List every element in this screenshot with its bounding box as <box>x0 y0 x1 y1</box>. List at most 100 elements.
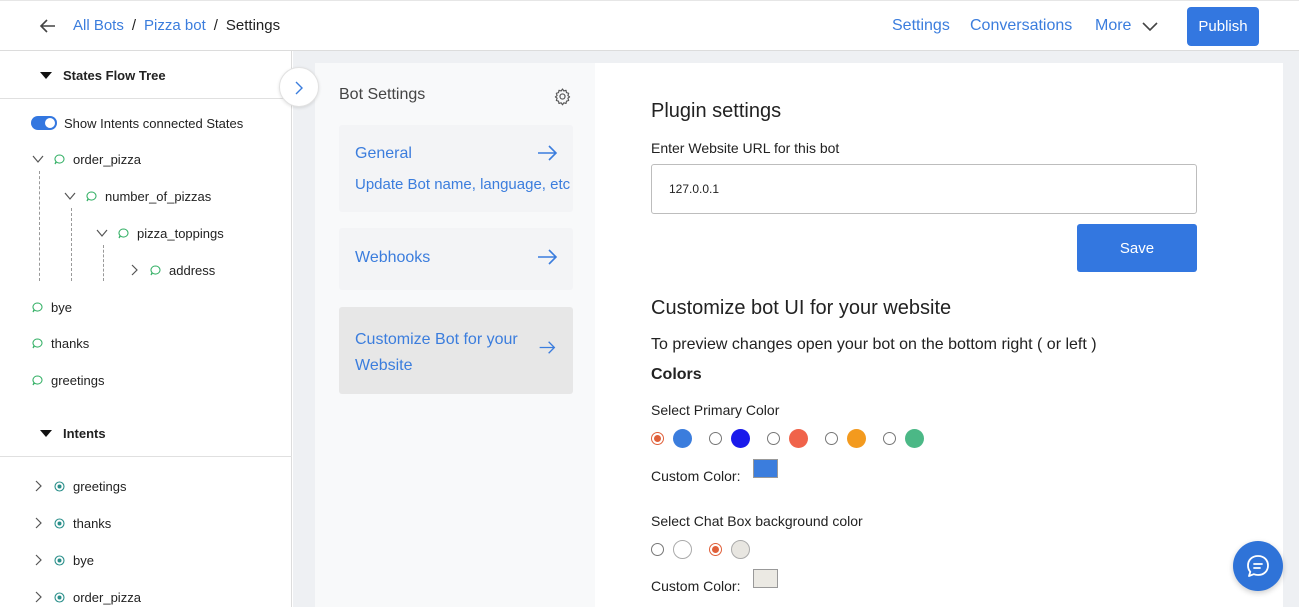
intent-order-pizza[interactable]: order_pizza <box>32 588 141 606</box>
state-number-of-pizzas[interactable]: number_of_pizzas <box>64 187 211 205</box>
sidebar-toggle-button[interactable] <box>279 67 319 107</box>
caret-down-icon <box>40 72 52 79</box>
intent-target-icon <box>54 517 65 529</box>
state-bubble-icon <box>86 190 97 201</box>
chevron-down-icon[interactable] <box>64 190 76 202</box>
publish-button[interactable]: Publish <box>1187 7 1259 46</box>
caret-down-icon <box>40 430 52 437</box>
state-bubble-icon <box>118 227 129 238</box>
state-label: pizza_toppings <box>137 225 224 241</box>
color-radio[interactable] <box>767 432 780 445</box>
chatbox-custom-color-picker[interactable] <box>753 569 778 588</box>
website-url-input[interactable] <box>651 164 1197 214</box>
save-button[interactable]: Save <box>1077 224 1197 272</box>
customize-ui-heading: Customize bot UI for your website <box>651 297 952 319</box>
show-intents-label: Show Intents connected States <box>64 116 244 131</box>
intent-label: thanks <box>73 515 112 531</box>
chatbox-custom-color-label: Custom Color: <box>651 578 741 594</box>
color-swatch[interactable] <box>731 429 750 448</box>
intent-target-icon <box>54 554 65 566</box>
color-radio[interactable] <box>709 432 722 445</box>
tile-general[interactable]: General Update Bot name, language, etc <box>339 125 573 212</box>
state-greetings[interactable]: greetings <box>32 371 104 389</box>
tile-title: Webhooks <box>355 249 431 266</box>
gear-icon[interactable] <box>553 87 572 106</box>
state-label: greetings <box>51 372 105 388</box>
nav-conversations[interactable]: Conversations <box>970 17 1072 35</box>
tree-guide-line <box>103 245 104 281</box>
top-header: All Bots / Pizza bot / Settings Settings… <box>0 0 1299 51</box>
state-pizza-toppings[interactable]: pizza_toppings <box>96 224 224 242</box>
primary-custom-color-label: Custom Color: <box>651 468 741 484</box>
intents-header[interactable]: Intents <box>0 409 292 457</box>
intent-label: greetings <box>73 478 127 494</box>
chevron-right-icon[interactable] <box>32 517 44 529</box>
tile-webhooks[interactable]: Webhooks <box>339 228 573 290</box>
intents-title: Intents <box>63 426 106 441</box>
intent-label: order_pizza <box>73 589 141 605</box>
state-label: bye <box>51 299 72 315</box>
color-swatch[interactable] <box>673 540 692 559</box>
states-flow-tree-title: States Flow Tree <box>63 68 166 83</box>
intent-bye[interactable]: bye <box>32 551 94 569</box>
intent-label: bye <box>73 552 94 568</box>
nav-settings[interactable]: Settings <box>892 17 950 35</box>
tile-subtitle: Update Bot name, language, etc <box>355 176 571 193</box>
color-swatch[interactable] <box>731 540 750 559</box>
back-arrow-icon[interactable] <box>38 15 58 37</box>
state-label: order_pizza <box>73 151 141 167</box>
chat-bubble-icon <box>1247 555 1269 577</box>
preview-instructions: To preview changes open your bot on the … <box>651 336 1097 353</box>
breadcrumb-separator: / <box>213 17 218 34</box>
chevron-down-icon[interactable] <box>1142 18 1158 34</box>
color-radio[interactable] <box>651 432 664 445</box>
intent-target-icon <box>54 591 65 603</box>
chevron-right-icon[interactable] <box>32 554 44 566</box>
color-radio[interactable] <box>883 432 896 445</box>
chevron-down-icon[interactable] <box>96 227 108 239</box>
bot-settings-title: Bot Settings <box>339 86 426 103</box>
color-radio[interactable] <box>825 432 838 445</box>
primary-color-label: Select Primary Color <box>651 402 780 418</box>
state-bubble-icon <box>54 153 65 164</box>
tree-guide-line <box>39 171 40 281</box>
intent-thanks[interactable]: thanks <box>32 514 111 532</box>
state-bubble-icon <box>32 337 43 348</box>
state-bubble-icon <box>32 374 43 385</box>
show-intents-toggle[interactable] <box>31 116 57 130</box>
intent-greetings[interactable]: greetings <box>32 477 126 495</box>
color-radio[interactable] <box>709 543 722 556</box>
chevron-right-icon[interactable] <box>32 591 44 603</box>
chatbox-color-label: Select Chat Box background color <box>651 513 863 529</box>
color-swatch[interactable] <box>847 429 866 448</box>
state-order-pizza[interactable]: order_pizza <box>32 150 141 168</box>
breadcrumb-all-bots[interactable]: All Bots <box>73 17 124 34</box>
chevron-right-icon[interactable] <box>32 480 44 492</box>
sidebar: States Flow Tree Show Intents connected … <box>0 51 292 607</box>
tile-customize-bot[interactable]: Customize Bot for your Website <box>339 307 573 394</box>
primary-custom-color-picker[interactable] <box>753 459 778 478</box>
breadcrumb-current: Settings <box>225 17 281 34</box>
breadcrumb-separator: / <box>131 17 137 34</box>
chevron-right-icon[interactable] <box>128 264 140 276</box>
state-address[interactable]: address <box>128 261 215 279</box>
arrow-right-icon <box>538 249 558 265</box>
color-radio[interactable] <box>651 543 664 556</box>
state-thanks[interactable]: thanks <box>32 334 89 352</box>
colors-heading: Colors <box>651 366 702 383</box>
states-flow-tree-header[interactable]: States Flow Tree <box>0 51 292 99</box>
tree-guide-line <box>71 208 72 281</box>
breadcrumb: All Bots / Pizza bot / Settings <box>73 17 280 34</box>
color-swatch[interactable] <box>673 429 692 448</box>
state-label: address <box>169 262 216 278</box>
chevron-down-icon[interactable] <box>32 153 44 165</box>
color-swatch[interactable] <box>905 429 924 448</box>
tile-title: Customize Bot for your Website <box>355 331 518 374</box>
color-swatch[interactable] <box>789 429 808 448</box>
breadcrumb-pizza-bot[interactable]: Pizza bot <box>144 17 206 34</box>
chat-widget-button[interactable] <box>1233 541 1283 591</box>
website-url-label: Enter Website URL for this bot <box>651 140 840 156</box>
state-bye[interactable]: bye <box>32 298 72 316</box>
arrow-right-icon <box>538 145 558 161</box>
nav-more[interactable]: More <box>1095 17 1131 35</box>
